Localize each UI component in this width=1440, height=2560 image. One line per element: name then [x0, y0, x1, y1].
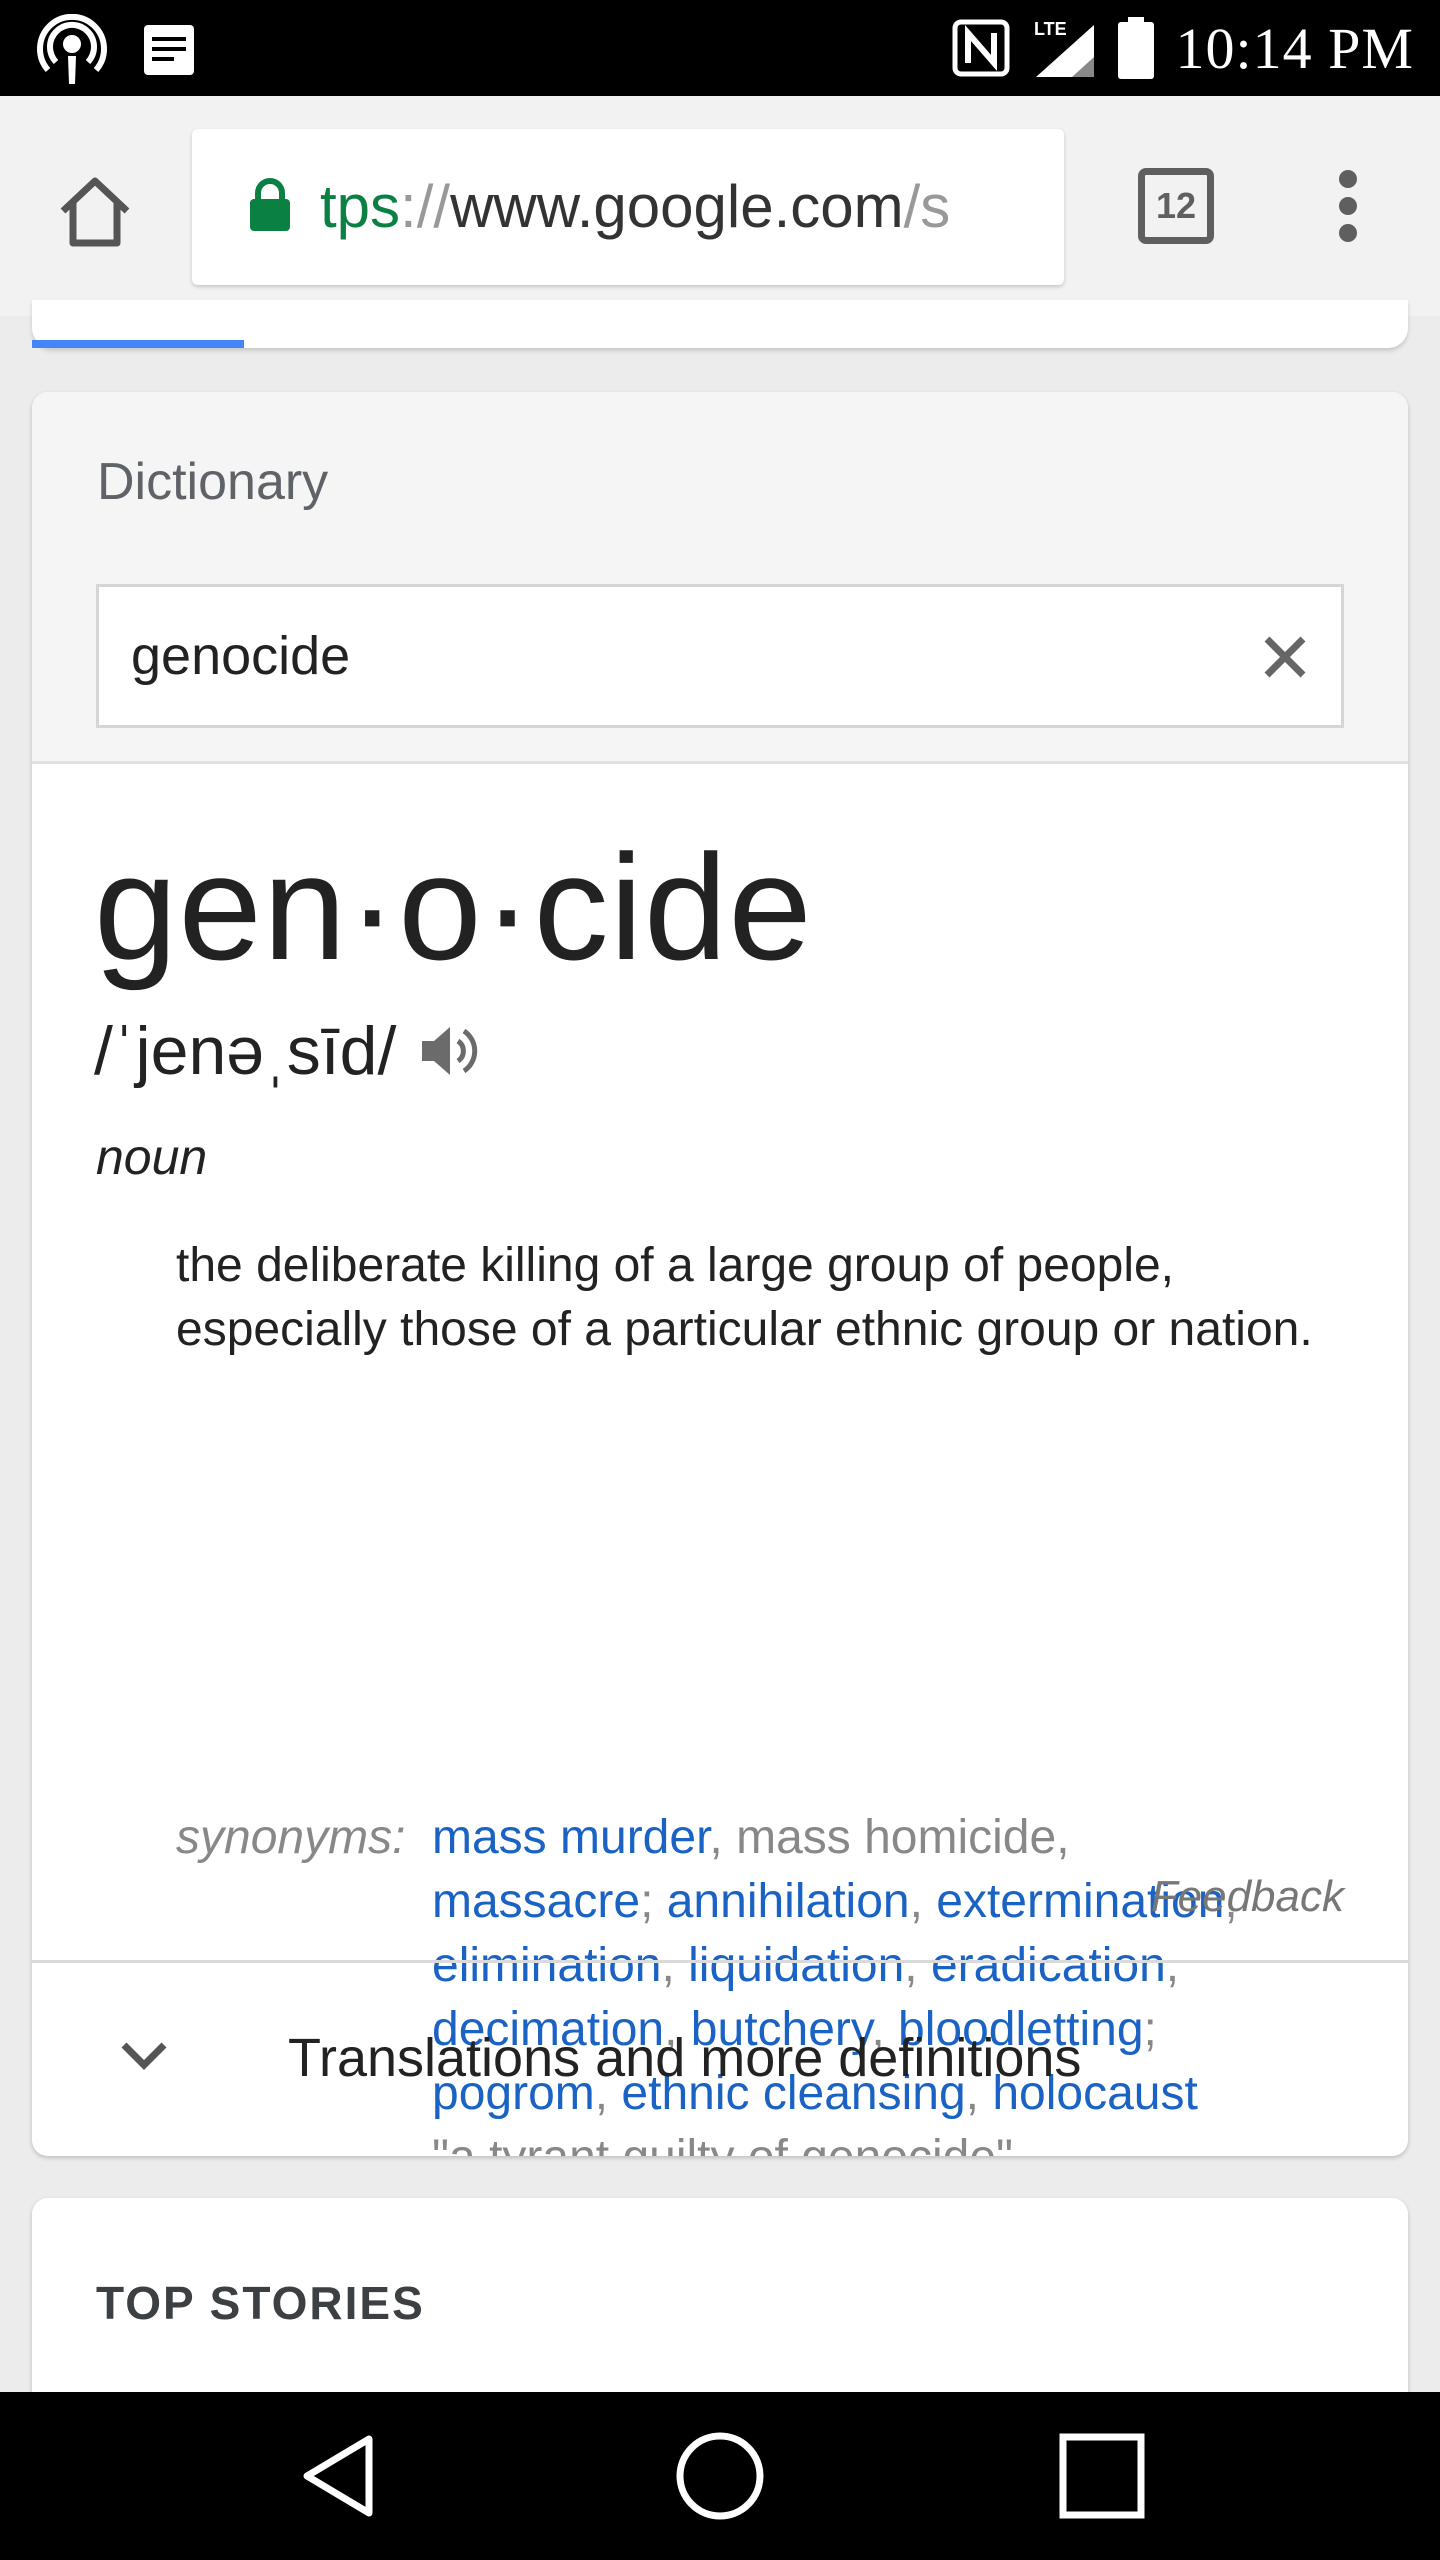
dictionary-card: Dictionary gen·o·cide /ˈjenəˌsīd/ noun t… [32, 392, 1408, 2156]
dictionary-title: Dictionary [97, 453, 329, 511]
url-scheme: tps [320, 173, 401, 240]
top-stories-title: TOP STORIES [96, 2277, 425, 2329]
dictionary-search-input[interactable] [131, 587, 1231, 725]
tab-count: 12 [1155, 185, 1197, 226]
feedback-link[interactable]: Feedback [1151, 1872, 1344, 1922]
dictionary-header: Dictionary [32, 392, 1408, 764]
navigation-bar [0, 2392, 1440, 2560]
more-definitions-row[interactable]: Translations and more definitions [32, 1960, 1408, 2156]
pronunciation: /ˈjenəˌsīd/ [94, 1013, 397, 1089]
pronunciation-row: /ˈjenəˌsīd/ [94, 1012, 490, 1090]
browser-toolbar: tps://www.google.com/s 12 [0, 96, 1440, 316]
speaker-icon [422, 1027, 478, 1075]
synonym-link[interactable]: massacre [432, 1875, 640, 1928]
signal-icon: LTE [1034, 19, 1094, 77]
home-circle-icon [676, 2432, 764, 2520]
definition-text: the deliberate killing of a large group … [176, 1239, 1313, 1356]
synonym-separator: , [909, 1875, 937, 1928]
address-bar[interactable]: tps://www.google.com/s [192, 129, 1064, 285]
home-button[interactable] [50, 166, 140, 256]
clock: 10:14 PM [1175, 15, 1414, 81]
chevron-down-icon [121, 2042, 167, 2070]
network-type-label: LTE [1034, 19, 1067, 39]
url-path: /s [903, 173, 951, 240]
menu-dot-icon [1339, 224, 1357, 242]
synonym-line: mass murder, mass homicide, [432, 1806, 1332, 1870]
url-host: www.google.com [450, 173, 904, 240]
url-fade [1004, 129, 1064, 285]
url-separator: :// [400, 173, 451, 240]
recents-button[interactable] [1052, 2426, 1152, 2526]
synonyms-label: synonyms: [176, 1811, 406, 1864]
back-icon [303, 2435, 373, 2517]
status-bar: LTE 10:14 PM [0, 0, 1440, 96]
menu-dot-icon [1339, 170, 1357, 188]
previous-card-indicator [32, 340, 244, 348]
lock-icon [250, 178, 290, 231]
back-button[interactable] [290, 2426, 390, 2526]
part-of-speech: noun [96, 1129, 208, 1185]
dictionary-search-box[interactable] [96, 584, 1344, 728]
podcast-icon [37, 14, 107, 84]
headword: gen·o·cide [94, 823, 813, 991]
battery-icon [1117, 17, 1154, 79]
overflow-menu-button[interactable] [1318, 164, 1378, 248]
home-icon [60, 177, 130, 247]
more-definitions-label: Translations and more definitions [288, 2028, 1082, 2088]
synonym-separator: , mass homicide, [709, 1811, 1070, 1864]
synonym-separator: ; [640, 1875, 667, 1928]
synonym-link[interactable]: annihilation [667, 1875, 910, 1928]
url-text[interactable]: tps://www.google.com/s [320, 129, 950, 285]
recents-icon [1059, 2433, 1145, 2519]
synonym-link[interactable]: mass murder [432, 1811, 709, 1864]
menu-dot-icon [1339, 197, 1357, 215]
tab-switcher-button[interactable]: 12 [1138, 168, 1214, 244]
home-nav-button[interactable] [670, 2426, 770, 2526]
notes-icon [144, 25, 194, 75]
speaker-button[interactable] [418, 1015, 490, 1087]
clear-icon[interactable] [1259, 631, 1311, 683]
nfc-icon [952, 19, 1010, 77]
